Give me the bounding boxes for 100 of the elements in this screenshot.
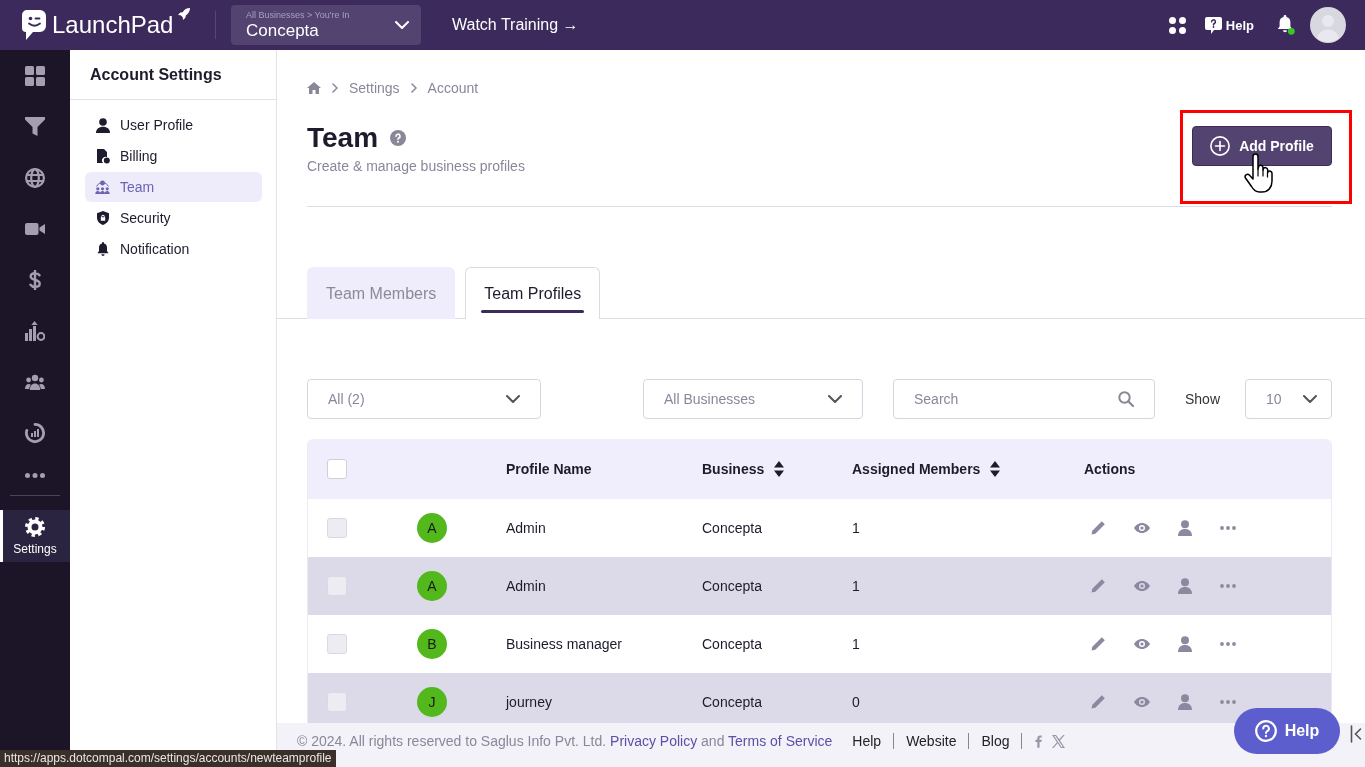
profile-name-cell: Business manager: [506, 636, 622, 652]
add-profile-button[interactable]: Add Profile: [1192, 126, 1332, 166]
hand-cursor-icon: [1244, 153, 1274, 193]
profile-name-cell: journey: [506, 694, 552, 710]
chevron-down-icon: [395, 21, 409, 29]
members-count-cell: 1: [852, 636, 860, 652]
members-count-cell: 1: [852, 520, 860, 536]
question-circle-icon: [1254, 720, 1277, 742]
status-url: https://apps.dotcompal.com/settings/accounts/newteamprofile: [0, 750, 336, 767]
footer-link[interactable]: Website: [893, 733, 969, 749]
sort-icon: [774, 461, 785, 477]
team-icon: [95, 180, 110, 194]
help-button[interactable]: Help: [1234, 708, 1340, 754]
person-icon: [95, 117, 110, 133]
column-header[interactable]: Business: [702, 461, 785, 477]
privacy-policy-link[interactable]: Privacy Policy: [610, 733, 698, 749]
row-checkbox[interactable]: [327, 634, 347, 654]
home-icon[interactable]: [307, 82, 321, 94]
settings-menu-item[interactable]: Security: [85, 203, 262, 233]
people-group-icon[interactable]: [25, 373, 45, 390]
chevron-down-icon: [1303, 395, 1317, 403]
avatar-initial: A: [417, 571, 447, 601]
settings-menu-item[interactable]: Notification: [85, 234, 262, 264]
logo-icon: [22, 10, 46, 40]
settings-menu-item[interactable]: Billing: [85, 141, 262, 171]
settings-menu-item[interactable]: User Profile: [85, 110, 262, 140]
watch-training-link[interactable]: Watch Training →: [452, 16, 579, 34]
chevron-down-icon: [828, 395, 842, 403]
sort-icon: [990, 461, 1001, 477]
row-checkbox[interactable]: [327, 518, 347, 538]
page-size-dropdown[interactable]: 10: [1245, 379, 1332, 419]
members-count-cell: 1: [852, 578, 860, 594]
x-logo-icon[interactable]: [1052, 734, 1066, 748]
pencil-icon[interactable]: [1090, 636, 1106, 652]
panel-handle-icon[interactable]: [1350, 725, 1362, 743]
column-header[interactable]: Assigned Members: [852, 461, 1001, 477]
pencil-icon[interactable]: [1090, 578, 1106, 594]
panel-title: Account Settings: [90, 65, 222, 84]
globe-icon[interactable]: [25, 167, 45, 188]
invoice-icon: [95, 148, 110, 164]
pencil-icon[interactable]: [1090, 520, 1106, 536]
settings-menu-item[interactable]: Team: [85, 172, 262, 202]
avatar-initial: J: [417, 687, 447, 717]
help-circle-icon[interactable]: [390, 130, 407, 146]
bell-icon: [96, 242, 109, 256]
tab[interactable]: Team Profiles: [465, 267, 601, 319]
person-icon[interactable]: [1178, 694, 1192, 710]
business-selector[interactable]: All Businesses > You're In Concepta: [231, 5, 421, 45]
chevron-right-icon: [410, 83, 417, 93]
eye-icon[interactable]: [1134, 523, 1150, 533]
logo-text: LaunchPad: [52, 11, 174, 39]
profile-name-cell: Admin: [506, 578, 546, 594]
avatar-initial: A: [417, 513, 447, 543]
page-title: Team: [307, 121, 379, 155]
breadcrumb-link[interactable]: Settings: [349, 80, 400, 96]
page-subtitle: Create & manage business profiles: [307, 158, 525, 175]
footer-link[interactable]: Blog: [968, 733, 1022, 749]
person-icon[interactable]: [1178, 578, 1192, 594]
dashboard-grid-icon[interactable]: [25, 65, 45, 86]
breadcrumb-link[interactable]: Account: [427, 80, 479, 96]
bell-icon[interactable]: [1276, 15, 1295, 35]
business-cell: Concepta: [702, 636, 762, 652]
user-avatar[interactable]: [1310, 7, 1346, 43]
avatar-initial: B: [417, 629, 447, 659]
facebook-icon[interactable]: [1035, 734, 1043, 748]
shield-icon: [96, 211, 109, 225]
terms-of-service-link[interactable]: Terms of Service: [728, 733, 833, 749]
rocket-icon: [178, 8, 191, 20]
select-all-checkbox[interactable]: [327, 459, 347, 479]
business-dropdown[interactable]: All Businesses: [643, 379, 863, 419]
footer-link[interactable]: Help: [852, 733, 894, 749]
pencil-icon[interactable]: [1090, 694, 1106, 710]
business-cell: Concepta: [702, 520, 762, 536]
show-label: Show: [1185, 391, 1221, 407]
eye-icon[interactable]: [1134, 639, 1150, 649]
chevron-down-icon: [506, 395, 520, 403]
more-icon[interactable]: [25, 472, 45, 478]
copyright-text: © 2024. All rights reserved to Saglus Info Pvt. Ltd. Privacy Policy and Terms of Service: [297, 733, 833, 749]
person-icon[interactable]: [1178, 636, 1192, 652]
plus-circle-icon: [1210, 136, 1231, 156]
search-icon[interactable]: [1118, 391, 1134, 407]
funnel-icon[interactable]: [25, 116, 45, 137]
help-link[interactable]: Help: [1204, 16, 1254, 34]
business-cell: Concepta: [702, 694, 762, 710]
more-icon[interactable]: [1220, 642, 1236, 646]
column-header: Actions: [1084, 461, 1136, 477]
eye-icon[interactable]: [1134, 581, 1150, 591]
bar-chart-coin-icon[interactable]: [25, 320, 45, 341]
dots-grid-icon[interactable]: [1168, 16, 1186, 34]
more-icon[interactable]: [1220, 526, 1236, 530]
dollar-icon[interactable]: [27, 269, 43, 290]
business-cell: Concepta: [702, 578, 762, 594]
person-icon[interactable]: [1178, 520, 1192, 536]
eye-icon[interactable]: [1134, 697, 1150, 707]
profile-name-cell: Admin: [506, 520, 546, 536]
chevron-right-icon: [332, 83, 338, 93]
status-dropdown[interactable]: All (2): [307, 379, 541, 419]
settings-nav-item[interactable]: Settings: [0, 510, 70, 562]
search-field[interactable]: Search: [893, 379, 1155, 419]
ring-chart-icon[interactable]: [25, 422, 45, 443]
